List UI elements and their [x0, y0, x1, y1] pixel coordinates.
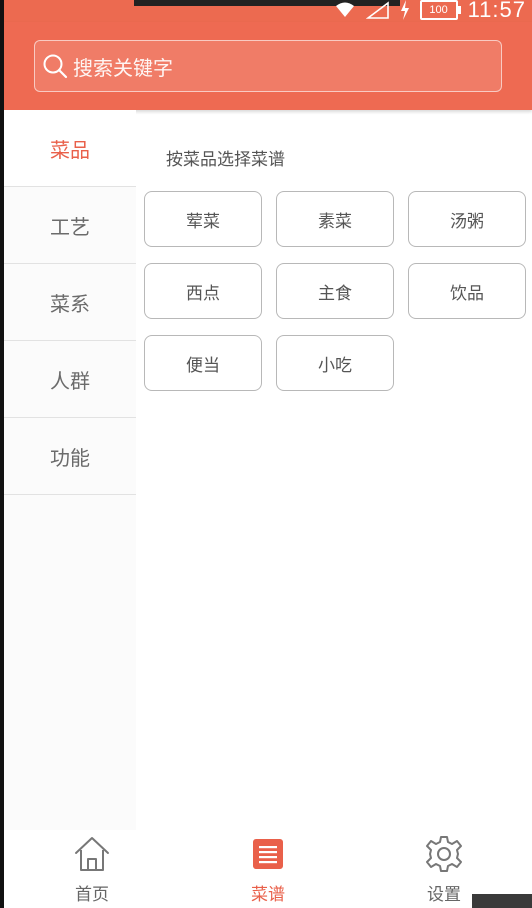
sidebar-item-people[interactable]: 人群 — [4, 341, 136, 418]
nav-item-recipes[interactable]: 菜谱 — [180, 830, 356, 908]
category-sidebar: 菜品 工艺 菜系 人群 功能 — [4, 110, 136, 830]
status-icons: 100 11:57 — [334, 0, 526, 23]
header: 搜索关键字 — [0, 22, 532, 110]
wifi-icon — [334, 1, 356, 19]
home-icon — [72, 834, 112, 874]
bottom-nav: 首页 菜谱 设置 — [4, 830, 532, 908]
nav-label-home: 首页 — [75, 885, 109, 905]
search-placeholder: 搜索关键字 — [73, 55, 173, 80]
tag-button-soup[interactable]: 汤粥 — [408, 191, 526, 247]
tag-button-staple[interactable]: 主食 — [276, 263, 394, 319]
status-time: 11:57 — [467, 0, 526, 22]
tag-button-vegetable[interactable]: 素菜 — [276, 191, 394, 247]
sidebar-item-function[interactable]: 功能 — [4, 418, 136, 495]
sidebar-item-label: 菜品 — [50, 137, 90, 162]
corner-overlay — [472, 894, 532, 908]
tag-button-bento[interactable]: 便当 — [144, 335, 262, 391]
screen-edge — [0, 0, 4, 908]
sidebar-item-dishes[interactable]: 菜品 — [4, 110, 136, 187]
recipe-list-icon — [248, 834, 288, 874]
sidebar-item-label: 菜系 — [50, 291, 90, 316]
app-screen: 100 11:57 搜索关键字 菜品 工艺 菜系 人群 功能 按菜品选择菜谱 荤… — [0, 0, 532, 908]
charging-icon — [400, 0, 410, 20]
nav-label-recipes: 菜谱 — [251, 885, 285, 905]
section-title: 按菜品选择菜谱 — [166, 150, 285, 170]
search-input[interactable]: 搜索关键字 — [34, 40, 502, 92]
sidebar-item-cuisine[interactable]: 菜系 — [4, 264, 136, 341]
tag-button-meat[interactable]: 荤菜 — [144, 191, 262, 247]
nav-label-settings: 设置 — [427, 885, 461, 905]
tag-grid: 荤菜 素菜 汤粥 西点 主食 饮品 便当 小吃 — [144, 191, 532, 391]
status-bar: 100 11:57 — [0, 0, 532, 22]
tag-button-drinks[interactable]: 饮品 — [408, 263, 526, 319]
nav-item-home[interactable]: 首页 — [4, 830, 180, 908]
sidebar-item-label: 工艺 — [50, 214, 90, 239]
sidebar-item-label: 功能 — [50, 445, 90, 470]
gear-icon — [424, 834, 464, 874]
battery-icon: 100 — [419, 0, 461, 20]
tag-button-pastry[interactable]: 西点 — [144, 263, 262, 319]
tag-button-snacks[interactable]: 小吃 — [276, 335, 394, 391]
signal-icon — [365, 1, 390, 19]
search-icon — [41, 52, 69, 80]
sidebar-item-technique[interactable]: 工艺 — [4, 187, 136, 264]
sidebar-item-label: 人群 — [50, 368, 90, 393]
